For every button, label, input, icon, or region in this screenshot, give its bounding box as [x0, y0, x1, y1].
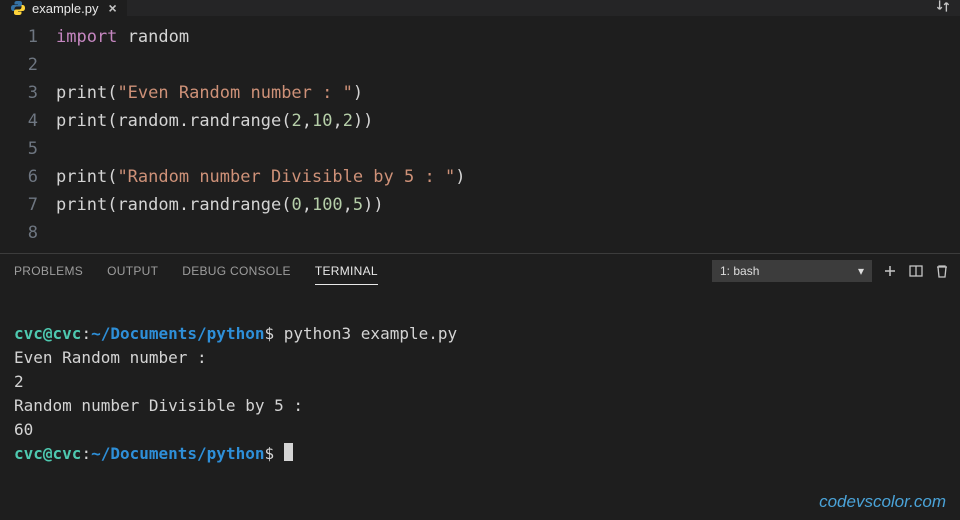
line-number: 7 [0, 191, 38, 219]
line-number: 3 [0, 79, 38, 107]
line-number: 8 [0, 219, 38, 247]
code-line[interactable]: print(random.randrange(0,100,5)) [56, 191, 960, 219]
terminal-select-label: 1: bash [720, 264, 759, 278]
panel-tab-output[interactable]: OUTPUT [107, 264, 158, 278]
line-number: 5 [0, 135, 38, 163]
line-number: 4 [0, 107, 38, 135]
line-number: 6 [0, 163, 38, 191]
line-number-gutter: 12345678 [0, 23, 56, 247]
terminal-command: python3 example.py [284, 324, 457, 343]
code-line[interactable]: print("Even Random number : ") [56, 79, 960, 107]
panel-tab-problems[interactable]: PROBLEMS [14, 264, 83, 278]
code-editor[interactable]: 12345678 import random print("Even Rando… [0, 17, 960, 253]
code-line[interactable] [56, 51, 960, 79]
code-content[interactable]: import random print("Even Random number … [56, 23, 960, 247]
line-number: 1 [0, 23, 38, 51]
prompt-user: cvc@cvc [14, 324, 81, 343]
panel-tab-terminal[interactable]: TERMINAL [315, 264, 378, 285]
terminal-select[interactable]: 1: bash ▾ [712, 260, 872, 282]
code-line[interactable]: print("Random number Divisible by 5 : ") [56, 163, 960, 191]
terminal-cursor [284, 443, 293, 461]
new-terminal-button[interactable] [882, 263, 898, 279]
prompt-path: ~/Documents/python [91, 444, 264, 463]
kill-terminal-button[interactable] [934, 263, 950, 279]
prompt-user: cvc@cvc [14, 444, 81, 463]
tab-bar: example.py × [0, 0, 960, 17]
code-line[interactable]: print(random.randrange(2,10,2)) [56, 107, 960, 135]
prompt-path: ~/Documents/python [91, 324, 264, 343]
title-actions [934, 0, 952, 16]
tab-filename: example.py [32, 1, 98, 16]
panel-tabs: PROBLEMS OUTPUT DEBUG CONSOLE TERMINAL 1… [0, 254, 960, 288]
terminal-output-line: Even Random number : [14, 348, 207, 367]
close-tab-button[interactable]: × [108, 0, 116, 16]
compare-icon[interactable] [934, 0, 952, 19]
python-file-icon [10, 0, 26, 16]
terminal-output-line: Random number Divisible by 5 : [14, 396, 303, 415]
code-line[interactable] [56, 135, 960, 163]
bottom-panel: PROBLEMS OUTPUT DEBUG CONSOLE TERMINAL 1… [0, 253, 960, 520]
terminal-view[interactable]: cvc@cvc:~/Documents/python$ python3 exam… [0, 288, 960, 520]
terminal-output-line: 2 [14, 372, 24, 391]
code-line[interactable] [56, 219, 960, 247]
tab-example-py[interactable]: example.py × [0, 0, 128, 16]
terminal-output-line: 60 [14, 420, 33, 439]
chevron-down-icon: ▾ [858, 264, 864, 278]
code-line[interactable]: import random [56, 23, 960, 51]
watermark-text: codevscolor.com [819, 490, 946, 514]
panel-tab-debug[interactable]: DEBUG CONSOLE [182, 264, 291, 278]
split-terminal-button[interactable] [908, 263, 924, 279]
line-number: 2 [0, 51, 38, 79]
